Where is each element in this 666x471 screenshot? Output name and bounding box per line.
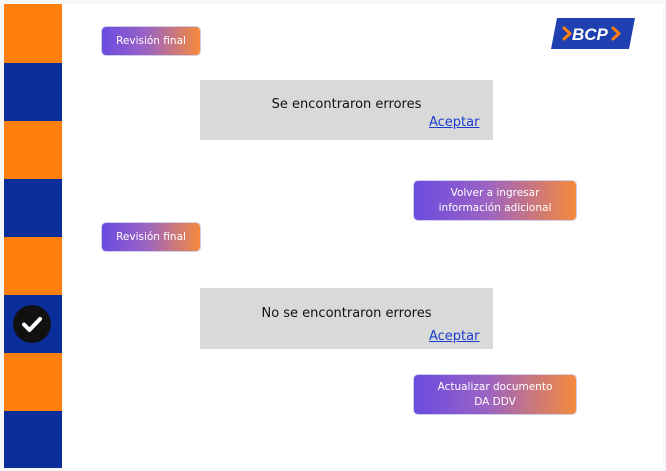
dialog-message: Se encontraron errores	[271, 97, 422, 112]
review-final-button[interactable]: Revisión final	[102, 223, 200, 251]
accept-link[interactable]: Aceptar	[429, 329, 479, 344]
bcp-logo: BCP	[551, 18, 635, 49]
no-errors-dialog: No se encontraron errores Aceptar	[200, 288, 493, 349]
svg-text:BCP: BCP	[572, 25, 609, 44]
sidebar-stripe	[4, 353, 62, 411]
sidebar-stripe	[4, 237, 62, 295]
sidebar-stripe	[4, 4, 62, 63]
update-document-button[interactable]: Actualizar documento DA DDV	[414, 375, 576, 414]
update-document-label: Actualizar documento DA DDV	[437, 380, 553, 408]
review-final-button[interactable]: Revisión final	[102, 27, 200, 55]
dialog-message: No se encontraron errores	[261, 306, 432, 321]
check-circle-icon	[13, 305, 51, 343]
sidebar-stripe	[4, 411, 62, 468]
sidebar-stripe	[4, 63, 62, 121]
errors-dialog: Se encontraron errores Aceptar	[200, 80, 493, 140]
sidebar-stripe	[4, 121, 62, 179]
accept-link[interactable]: Aceptar	[429, 115, 479, 130]
reenter-info-label: Volver a ingresar información adicional	[438, 186, 552, 214]
sidebar-stripe	[4, 179, 62, 237]
reenter-info-button[interactable]: Volver a ingresar información adicional	[414, 181, 576, 220]
